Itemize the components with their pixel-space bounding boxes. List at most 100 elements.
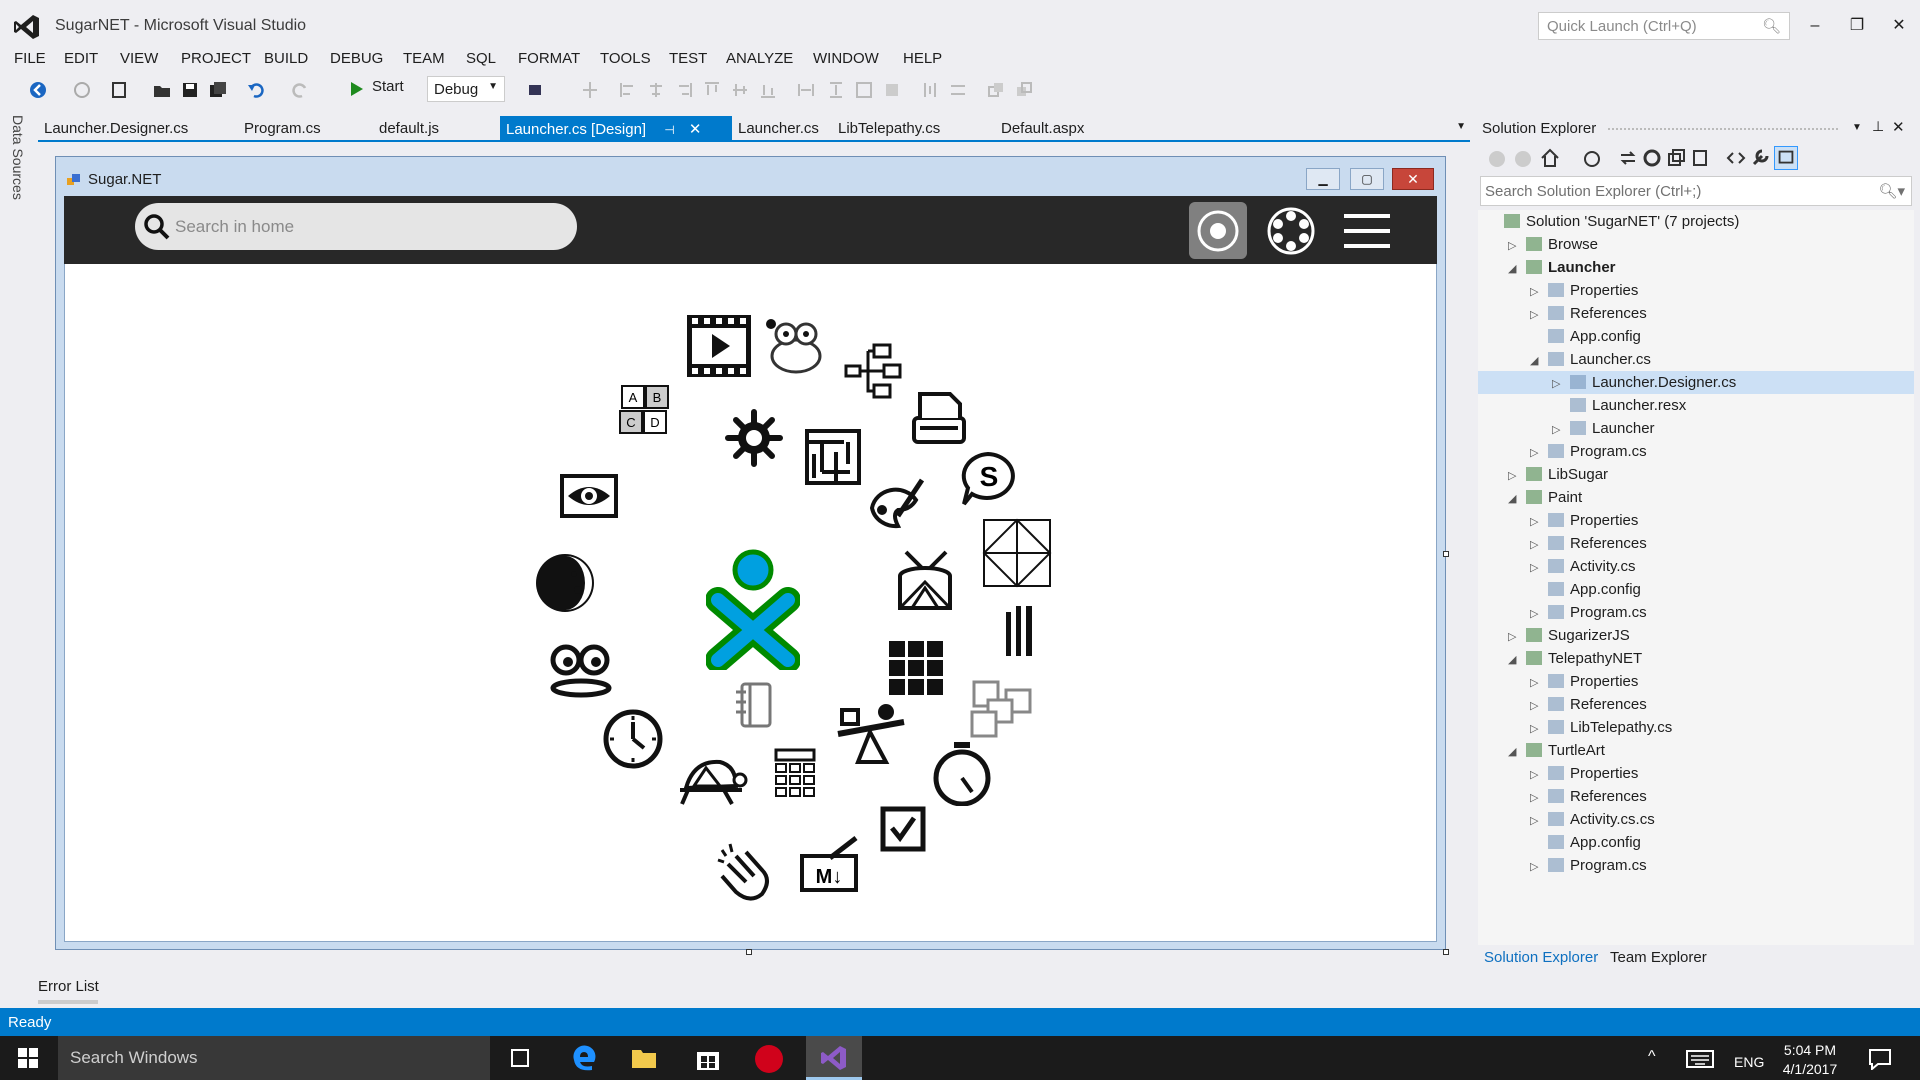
menu-build[interactable]: BUILD xyxy=(264,50,308,67)
new-project-icon[interactable] xyxy=(110,80,130,100)
tree-item[interactable]: ▷ Properties xyxy=(1478,509,1914,532)
view-code-icon[interactable] xyxy=(1726,148,1746,168)
expand-icon[interactable]: ▷ xyxy=(1530,814,1544,827)
form-close-button[interactable]: ✕ xyxy=(1392,168,1434,190)
menu-tools[interactable]: TOOLS xyxy=(600,50,651,67)
tree-item[interactable]: ◢ Launcher.cs xyxy=(1478,348,1914,371)
preview-selected-items-icon[interactable] xyxy=(1774,146,1798,170)
collapse-all-icon[interactable] xyxy=(1666,148,1686,168)
save-icon[interactable] xyxy=(180,80,200,100)
tab-launcher-cs[interactable]: Launcher.cs xyxy=(732,116,825,140)
back-icon[interactable] xyxy=(1488,150,1506,168)
tree-item[interactable]: ▷ Properties xyxy=(1478,279,1914,302)
abc-blocks-icon[interactable]: A B C D xyxy=(616,384,674,436)
visual-studio-taskbar-button[interactable] xyxy=(806,1036,862,1080)
store-icon[interactable] xyxy=(694,1044,722,1072)
tree-item[interactable]: ◢ TurtleArt xyxy=(1478,739,1914,762)
calculator-icon[interactable] xyxy=(774,748,816,802)
open-file-icon[interactable] xyxy=(152,80,172,100)
pin-icon[interactable]: ⊣ xyxy=(664,123,674,137)
tree-item[interactable]: App.config xyxy=(1478,325,1914,348)
windows-start-icon[interactable] xyxy=(18,1048,38,1068)
horizontal-spacing-icon[interactable] xyxy=(920,80,940,100)
size-to-grid-icon[interactable] xyxy=(854,80,874,100)
resize-handle-corner[interactable] xyxy=(1443,949,1449,955)
expand-icon[interactable]: ▷ xyxy=(1552,377,1566,390)
task-view-icon[interactable] xyxy=(508,1048,532,1068)
tree-item[interactable]: ▷ Program.cs xyxy=(1478,601,1914,624)
maze-icon[interactable] xyxy=(804,428,862,486)
expand-icon[interactable]: ▷ xyxy=(1530,308,1544,321)
close-button[interactable]: ✕ xyxy=(1884,12,1914,40)
expand-icon[interactable]: ▷ xyxy=(1530,699,1544,712)
show-all-files-icon[interactable] xyxy=(1690,148,1710,168)
start-icon[interactable] xyxy=(346,79,366,99)
tab-default-aspx[interactable]: Default.aspx xyxy=(995,116,1090,140)
form-maximize-button[interactable]: ▢ xyxy=(1350,168,1384,190)
eye-icon[interactable] xyxy=(560,474,618,518)
pin-icon[interactable]: ⊥ xyxy=(1872,118,1884,135)
shapes-icon[interactable] xyxy=(982,518,1052,588)
solution-search-input[interactable]: Search Solution Explorer (Ctrl+;) 🔍︎▾ xyxy=(1480,176,1912,206)
tree-item[interactable]: ▷ Program.cs xyxy=(1478,440,1914,463)
attach-icon[interactable] xyxy=(526,80,546,100)
menu-team[interactable]: TEAM xyxy=(403,50,445,67)
tree-item[interactable]: ▷ Properties xyxy=(1478,670,1914,693)
xo-buddy-icon[interactable] xyxy=(706,548,800,670)
turtle-icon[interactable] xyxy=(676,756,748,806)
collapse-icon[interactable]: ◢ xyxy=(1508,492,1522,505)
expand-icon[interactable]: ▷ xyxy=(1530,860,1544,873)
expand-icon[interactable]: ▷ xyxy=(1530,791,1544,804)
tree-item[interactable]: ▷ Launcher.Designer.cs xyxy=(1478,371,1914,394)
collapse-icon[interactable]: ◢ xyxy=(1508,745,1522,758)
checkbox-icon[interactable] xyxy=(880,806,926,852)
expand-icon[interactable]: ▷ xyxy=(1508,469,1522,482)
neighborhood-icon[interactable] xyxy=(1266,206,1316,256)
tree-item[interactable]: ◢ TelepathyNET xyxy=(1478,647,1914,670)
redo-icon[interactable] xyxy=(290,80,310,100)
sync-icon[interactable] xyxy=(1618,148,1638,168)
show-hidden-icons-chevron-icon[interactable]: ^ xyxy=(1648,1048,1656,1066)
clock[interactable]: 5:04 PM 4/1/2017 xyxy=(1770,1041,1850,1079)
align-tops-icon[interactable] xyxy=(702,80,722,100)
tree-item[interactable]: ▷ References xyxy=(1478,302,1914,325)
expand-icon[interactable]: ▷ xyxy=(1530,515,1544,528)
expand-icon[interactable]: ▷ xyxy=(1530,722,1544,735)
tree-item[interactable]: ▷ Launcher xyxy=(1478,417,1914,440)
navigate-forward-icon[interactable] xyxy=(72,80,92,100)
action-center-icon[interactable] xyxy=(1868,1048,1892,1070)
quick-launch-input[interactable]: Quick Launch (Ctrl+Q) 🔍︎ xyxy=(1538,12,1790,40)
language-indicator[interactable]: ENG xyxy=(1734,1054,1764,1070)
expand-icon[interactable]: ▷ xyxy=(1508,630,1522,643)
journal-icon[interactable] xyxy=(910,388,970,446)
collapse-icon[interactable]: ◢ xyxy=(1508,653,1522,666)
send-to-back-icon[interactable] xyxy=(1014,80,1034,100)
tree-item[interactable]: ▷ Properties xyxy=(1478,762,1914,785)
menu-format[interactable]: FORMAT xyxy=(518,50,580,67)
clock-icon[interactable] xyxy=(602,708,664,770)
menu-window[interactable]: WINDOW xyxy=(813,50,879,67)
resize-handle-right[interactable] xyxy=(1443,551,1449,557)
chat-icon[interactable]: S xyxy=(958,450,1020,508)
error-list-tab[interactable]: Error List xyxy=(38,978,99,995)
panel-dropdown-icon[interactable]: ▼ xyxy=(1852,122,1862,133)
data-sources-tab[interactable]: Data Sources xyxy=(10,115,26,200)
gear-icon[interactable] xyxy=(724,408,784,468)
collapse-icon[interactable]: ◢ xyxy=(1530,354,1544,367)
menu-edit[interactable]: EDIT xyxy=(64,50,98,67)
home-view-button[interactable] xyxy=(1189,202,1247,259)
solution-configuration-select[interactable]: Debug ▼ xyxy=(427,76,505,102)
tab-program-cs[interactable]: Program.cs xyxy=(238,116,327,140)
align-lefts-icon[interactable] xyxy=(618,80,638,100)
video-player-icon[interactable] xyxy=(686,314,752,378)
refresh-icon[interactable] xyxy=(1642,148,1662,168)
tree-item[interactable]: ◢ Paint xyxy=(1478,486,1914,509)
history-icon[interactable] xyxy=(1582,148,1602,168)
mind-map-icon[interactable] xyxy=(844,342,904,400)
panel-grip[interactable] xyxy=(1608,128,1838,132)
tree-item[interactable]: Launcher.resx xyxy=(1478,394,1914,417)
navigate-back-icon[interactable] xyxy=(28,80,48,100)
window-stack-icon[interactable] xyxy=(970,680,1034,738)
expand-icon[interactable]: ▷ xyxy=(1530,607,1544,620)
record-app-icon[interactable] xyxy=(754,1044,784,1074)
